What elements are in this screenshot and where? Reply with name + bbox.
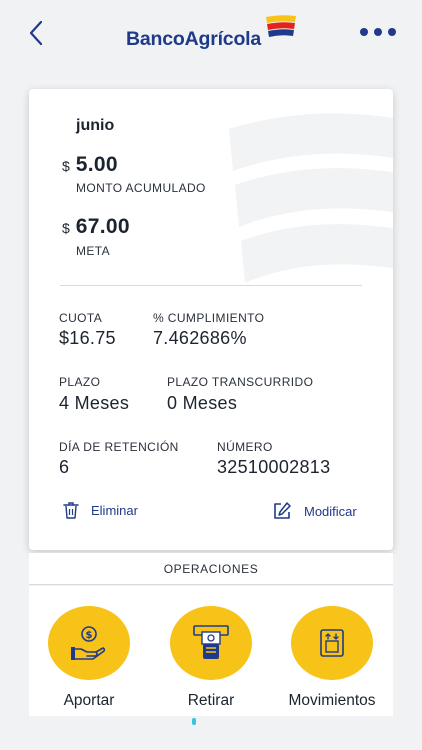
transfer-box-icon [320,629,344,657]
trash-icon [63,502,79,519]
edit-label: Modificar [304,503,357,519]
target-amount: $ 67.00 [62,215,130,239]
accumulated-label: MONTO ACUMULADO [76,181,206,195]
plazo-label: PLAZO [59,375,101,389]
numero-value: 32510002813 [217,457,331,477]
back-button[interactable] [24,18,48,48]
operation-aportar-circle: $ [48,606,130,680]
page-indicator [192,718,196,725]
more-horizontal-icon-dot [388,28,396,36]
target-value: 67.00 [75,215,130,238]
numero-label: NÚMERO [217,440,273,454]
operation-movimientos-label: Movimientos [288,692,376,709]
chevron-left-icon [29,20,43,46]
delete-button[interactable]: Eliminar [63,501,138,520]
svg-text:$: $ [86,630,93,641]
dia-retencion-label: DÍA DE RETENCIÓN [59,440,179,454]
divider [60,285,362,286]
dia-retencion-value: 6 [59,457,70,477]
cuota-value: $16.75 [59,328,116,348]
operation-retirar-label: Retirar [187,692,235,709]
accumulated-amount: $ 5.00 [62,153,118,177]
operations-title: OPERACIONES [163,561,259,576]
watermark-logo-icon [229,113,393,283]
operation-aportar-label: Aportar [63,692,115,709]
accumulated-currency: $ [62,158,70,174]
operation-retirar[interactable]: Retirar [156,606,266,710]
operation-movimientos-circle [291,606,373,680]
goal-month: junio [76,117,115,134]
delete-label: Eliminar [91,503,138,518]
operation-movimientos[interactable]: Movimientos [277,606,387,710]
more-horizontal-icon [360,28,368,36]
target-label: META [76,244,111,258]
target-currency: $ [62,220,70,236]
operation-aportar[interactable]: $ Aportar [34,606,144,710]
logo-mark-icon [266,15,296,37]
operations-header: OPERACIONES [29,553,393,585]
cumplimiento-label: % CUMPLIMIENTO [153,311,265,325]
plazo-transcurrido-label: PLAZO TRANSCURRIDO [167,375,314,389]
edit-icon [274,502,291,519]
accumulated-value: 5.00 [75,153,118,176]
app-header: BancoAgrícola [0,0,422,78]
logo-text: BancoAgrícola [126,28,262,50]
operation-retirar-circle [170,606,252,680]
savings-goal-card: junio $ 5.00 MONTO ACUMULADO $ 67.00 MET… [29,89,393,550]
cuota-label: CUOTA [59,311,103,325]
plazo-transcurrido-value: 0 Meses [167,393,238,413]
more-options-button[interactable] [360,24,396,40]
plazo-value: 4 Meses [59,393,130,413]
atm-withdraw-icon [193,625,229,659]
hand-coin-icon: $ [71,626,106,660]
edit-button[interactable]: Modificar [272,501,357,521]
operations-panel: $ Aportar Retirar Movimientos [29,586,393,716]
bank-logo: BancoAgrícola [126,14,306,58]
more-horizontal-icon-dot [374,28,382,36]
cumplimiento-value: 7.462686% [153,328,247,348]
